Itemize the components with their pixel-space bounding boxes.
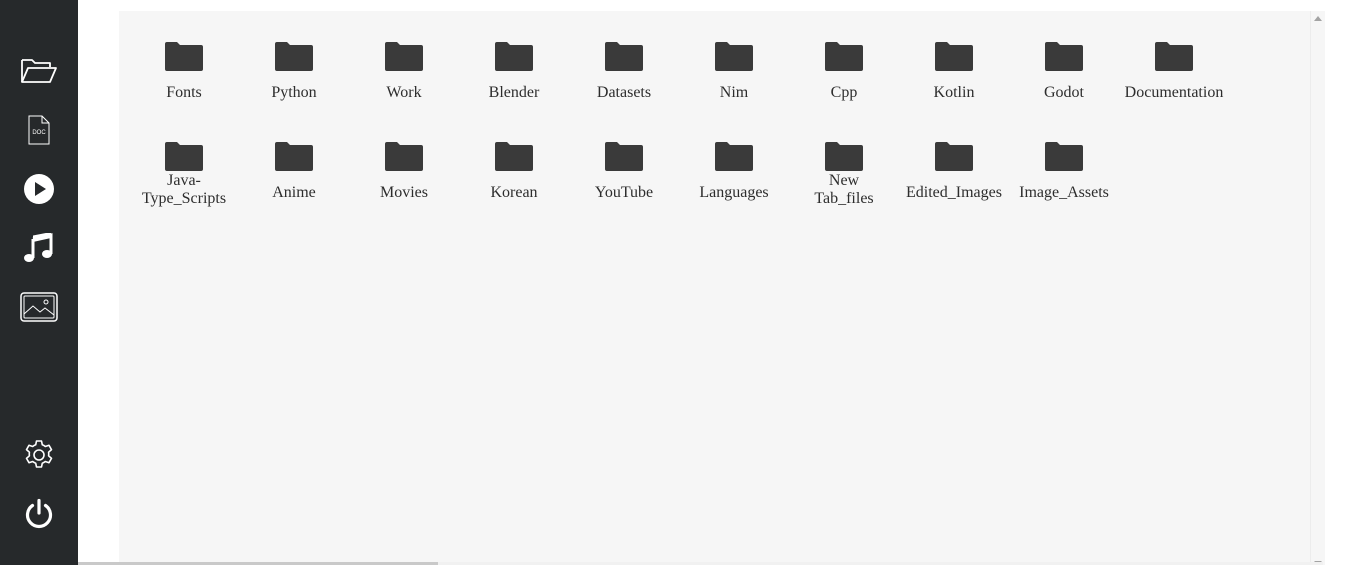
image-icon <box>20 292 58 322</box>
folder-icon <box>715 42 753 71</box>
scroll-up-arrow-icon[interactable] <box>1314 16 1322 21</box>
folder-icon <box>385 42 423 71</box>
folder-item[interactable]: Godot <box>1009 40 1119 130</box>
folder-label: YouTube <box>594 184 654 201</box>
folder-item[interactable]: New Tab_files <box>789 140 899 230</box>
folder-icon <box>385 142 423 171</box>
folder-grid-panel: Fonts Python Work Blender Datasets Nim C… <box>119 11 1310 565</box>
folder-label: Kotlin <box>933 84 975 101</box>
folder-label: Image_Assets <box>1019 184 1109 201</box>
folder-icon <box>605 142 643 171</box>
music-note-icon <box>24 233 53 262</box>
folder-label: Anime <box>272 184 316 201</box>
folder-icon <box>825 42 863 71</box>
folder-icon <box>1045 42 1083 71</box>
sidebar-item-settings[interactable] <box>15 431 63 479</box>
folder-label: New Tab_files <box>814 172 874 207</box>
folder-icon <box>715 142 753 171</box>
folder-icon <box>1155 42 1193 71</box>
folder-icon <box>165 142 203 171</box>
folder-item[interactable]: Java-Type_Scripts <box>129 140 239 230</box>
folder-label: Python <box>271 84 317 101</box>
folder-label: Edited_Images <box>906 184 1002 201</box>
folder-item[interactable]: Work <box>349 40 459 130</box>
folder-label: Documentation <box>1124 84 1224 101</box>
folder-label: Movies <box>380 184 428 201</box>
folder-icon <box>495 142 533 171</box>
folder-icon <box>275 42 313 71</box>
folder-label: Godot <box>1044 84 1084 101</box>
folder-label: Languages <box>699 184 769 201</box>
sidebar-item-power[interactable] <box>15 490 63 538</box>
sidebar-item-videos[interactable] <box>15 165 63 213</box>
folder-item[interactable]: Korean <box>459 140 569 230</box>
folder-label: Fonts <box>166 84 202 101</box>
sidebar-item-images[interactable] <box>15 283 63 331</box>
folder-label: Blender <box>488 84 540 101</box>
folder-item[interactable]: Blender <box>459 40 569 130</box>
folder-label: Korean <box>490 184 538 201</box>
sidebar: DOC <box>0 0 78 565</box>
folder-icon <box>1045 142 1083 171</box>
folder-label: Work <box>386 84 422 101</box>
folder-open-icon <box>21 59 57 83</box>
folder-icon <box>275 142 313 171</box>
folder-icon <box>165 42 203 71</box>
doc-file-icon: DOC <box>28 115 50 145</box>
folder-icon <box>935 142 973 171</box>
doc-icon-text: DOC <box>32 130 46 136</box>
folder-icon <box>495 42 533 71</box>
folder-item[interactable]: YouTube <box>569 140 679 230</box>
play-icon <box>24 174 54 204</box>
folder-item[interactable]: Anime <box>239 140 349 230</box>
folder-item[interactable]: Kotlin <box>899 40 1009 130</box>
sidebar-item-documents[interactable]: DOC <box>15 106 63 154</box>
folder-icon <box>935 42 973 71</box>
folder-label: Nim <box>719 84 749 101</box>
gear-icon <box>25 440 53 468</box>
vertical-scrollbar[interactable] <box>1310 11 1325 565</box>
sidebar-item-files[interactable] <box>15 47 63 95</box>
folder-item[interactable]: Cpp <box>789 40 899 130</box>
folder-item[interactable]: Languages <box>679 140 789 230</box>
folder-label: Datasets <box>596 84 652 101</box>
folder-item[interactable]: Nim <box>679 40 789 130</box>
folder-item[interactable]: Fonts <box>129 40 239 130</box>
sidebar-item-music[interactable] <box>15 224 63 272</box>
folder-label: Java-Type_Scripts <box>141 172 227 207</box>
folder-item[interactable]: Edited_Images <box>899 140 1009 230</box>
folder-item[interactable]: Datasets <box>569 40 679 130</box>
folder-item[interactable]: Documentation <box>1119 40 1229 130</box>
folder-item[interactable]: Python <box>239 40 349 130</box>
folder-item[interactable]: Image_Assets <box>1009 140 1119 230</box>
folder-icon <box>825 142 863 171</box>
power-icon <box>25 498 53 529</box>
folder-item[interactable]: Movies <box>349 140 459 230</box>
folder-icon <box>605 42 643 71</box>
folder-label: Cpp <box>830 84 858 101</box>
